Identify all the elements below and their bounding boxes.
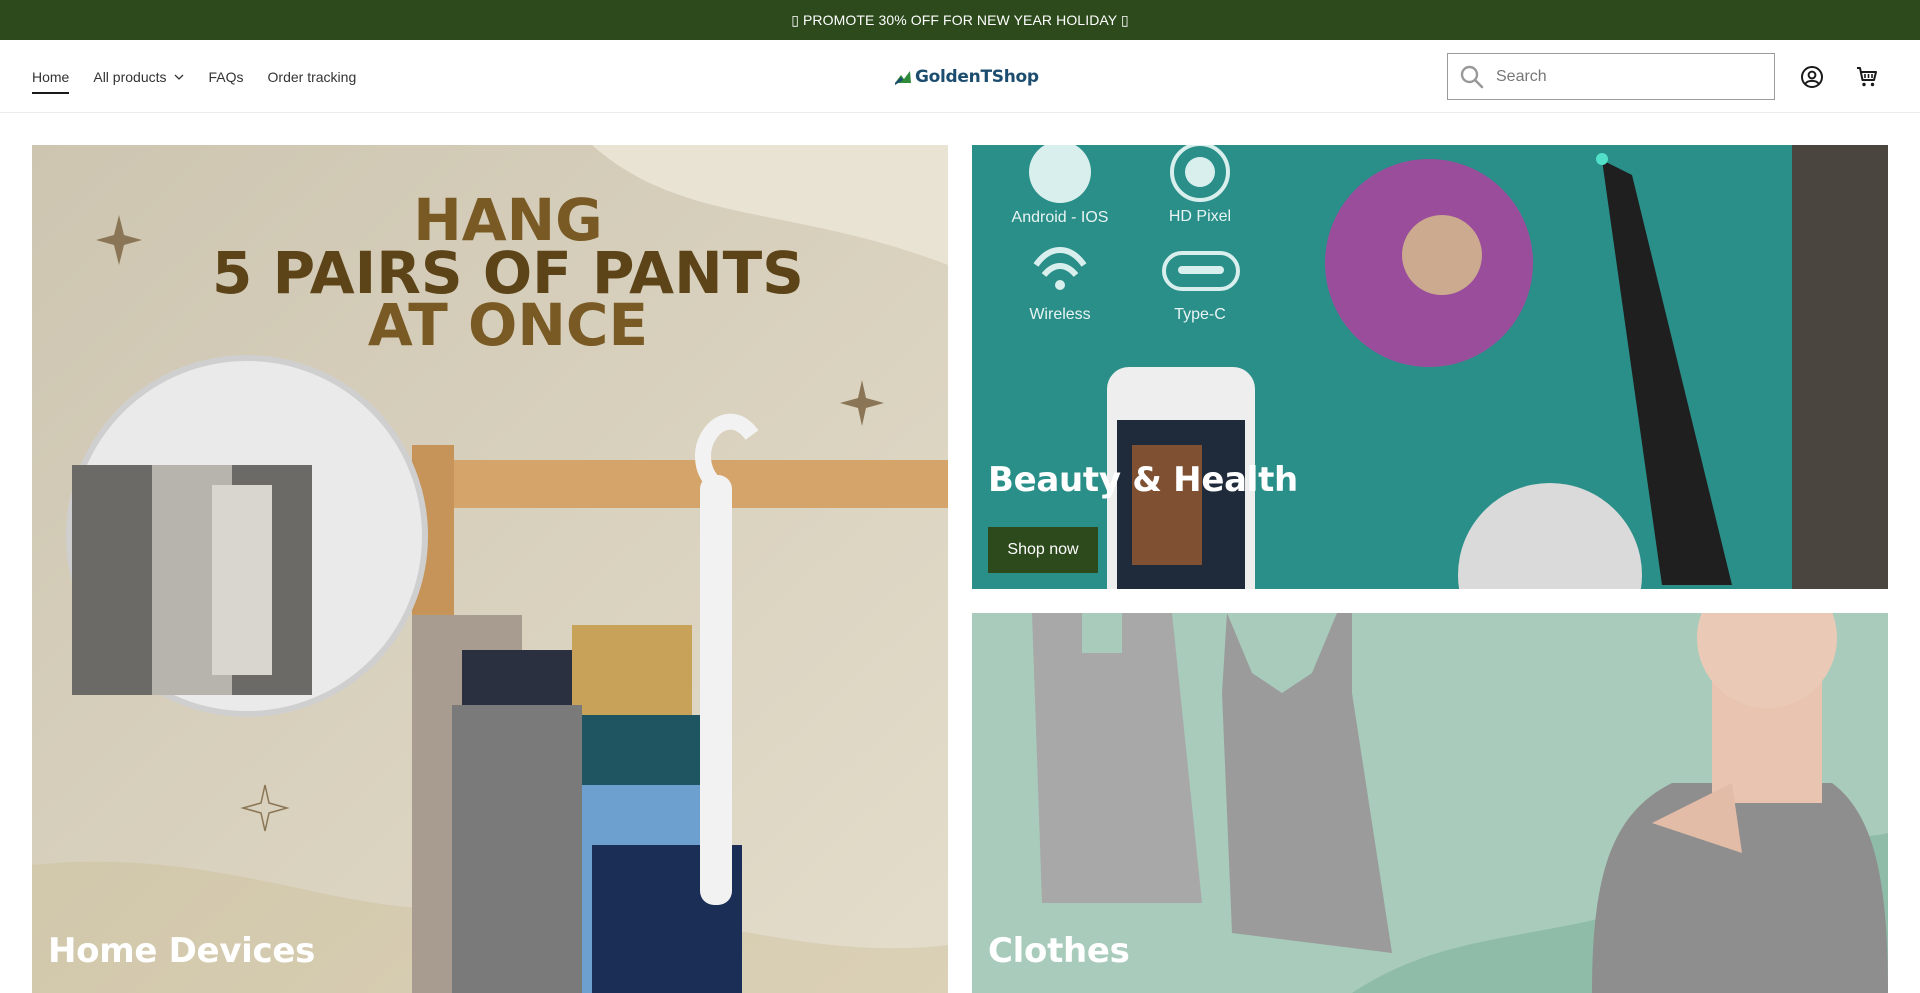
nav-item-label: Home	[32, 68, 70, 85]
nav-item-label: All products	[93, 68, 167, 85]
nav-item-label: Order tracking	[267, 68, 357, 85]
announcement-bar: ▯ PROMOTE 30% OFF FOR NEW YEAR HOLIDAY ▯	[0, 0, 1920, 40]
nav-item-faqs[interactable]: FAQs	[209, 62, 244, 92]
site-logo[interactable]: GoldenTShop	[893, 62, 1039, 92]
hero-line-3: AT ONCE	[368, 291, 648, 359]
beauty-health-image: Android - IOS HD Pixel Wireless Type-C	[972, 145, 1888, 589]
collection-tile-beauty-health[interactable]: Android - IOS HD Pixel Wireless Type-C B…	[972, 145, 1888, 589]
site-header: Home All products FAQs Order tracking Go…	[0, 40, 1920, 113]
logo-text: GoldenTShop	[915, 67, 1039, 87]
feature-label-wireless: Wireless	[1029, 306, 1090, 323]
nav-item-all-products[interactable]: All products	[93, 62, 184, 92]
main-nav: Home All products FAQs Order tracking	[32, 40, 356, 113]
search-box[interactable]	[1447, 53, 1775, 100]
collection-tile-home-devices[interactable]: HANG 5 PAIRS OF PANTS AT ONCE Home Devic…	[32, 145, 948, 993]
nav-item-home[interactable]: Home	[32, 62, 70, 94]
logo-mark-icon	[895, 71, 911, 85]
feature-label-android-ios: Android - IOS	[1012, 209, 1109, 226]
nav-item-label: FAQs	[208, 68, 244, 85]
home-devices-image: HANG 5 PAIRS OF PANTS AT ONCE	[32, 145, 948, 993]
announcement-text: ▯ PROMOTE 30% OFF FOR NEW YEAR HOLIDAY ▯	[791, 11, 1129, 28]
feature-label-hd-pixel: HD Pixel	[1169, 208, 1231, 225]
collection-title: Beauty & Health	[988, 460, 1298, 500]
collection-tile-clothes[interactable]: Clothes	[972, 613, 1888, 993]
search-icon[interactable]	[1448, 54, 1496, 99]
feature-label-type-c: Type-C	[1174, 306, 1226, 323]
collection-title: Clothes	[988, 931, 1130, 971]
cart-icon[interactable]	[1853, 63, 1881, 91]
nav-item-order-tracking[interactable]: Order tracking	[268, 62, 357, 92]
shop-now-button[interactable]: Shop now	[988, 527, 1098, 573]
chevron-down-icon	[173, 71, 185, 83]
collection-title: Home Devices	[48, 931, 316, 971]
account-icon[interactable]	[1798, 63, 1826, 91]
search-input[interactable]	[1496, 67, 1756, 86]
